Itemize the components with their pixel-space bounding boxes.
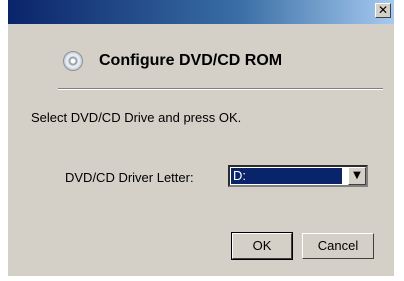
ok-button[interactable]: OK xyxy=(231,232,293,260)
header-separator xyxy=(58,88,383,90)
drive-letter-select[interactable]: D: ▼ xyxy=(228,165,368,187)
close-icon: ✕ xyxy=(377,3,389,17)
configure-dvd-dialog: ✕ Configure DVD/CD ROM Select DVD/CD Dri… xyxy=(8,0,394,276)
cancel-button[interactable]: Cancel xyxy=(302,233,374,259)
title-bar[interactable]: ✕ xyxy=(8,0,394,24)
drive-letter-value: D: xyxy=(231,168,342,184)
chevron-down-icon: ▼ xyxy=(353,170,361,181)
dialog-header: Configure DVD/CD ROM xyxy=(63,46,282,76)
dropdown-button[interactable]: ▼ xyxy=(348,167,366,185)
drive-letter-label: DVD/CD Driver Letter: xyxy=(65,170,194,185)
cd-icon xyxy=(63,51,83,71)
dialog-title: Configure DVD/CD ROM xyxy=(99,52,283,69)
instruction-text: Select DVD/CD Drive and press OK. xyxy=(31,110,242,125)
close-button[interactable]: ✕ xyxy=(375,3,391,18)
